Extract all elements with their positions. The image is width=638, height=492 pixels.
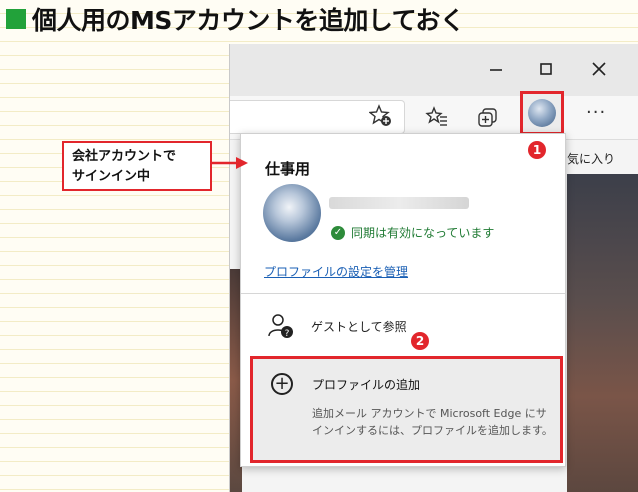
profile-avatar-large (263, 184, 321, 242)
guest-person-icon: ? (267, 312, 295, 340)
add-favorite-icon[interactable] (368, 103, 394, 129)
collections-icon[interactable] (475, 104, 501, 130)
step-badge-1: 1 (528, 141, 546, 159)
maximize-icon[interactable] (535, 58, 557, 80)
title-bar (230, 44, 638, 96)
callout-line-1: 会社アカウントで (72, 149, 177, 164)
step-badge-2: 2 (411, 332, 429, 350)
add-profile-label: プロファイルの追加 (312, 378, 421, 392)
callout-box: 会社アカウントで サインイン中 (62, 141, 212, 191)
more-menu-button[interactable]: ··· (586, 102, 606, 123)
browse-as-guest-item[interactable]: ? ゲストとして参照 (241, 302, 565, 348)
add-circle-icon: + (271, 373, 293, 395)
sync-status-text: 同期は有効になっています (351, 226, 495, 240)
callout-arrow-icon (212, 157, 248, 169)
account-email-redacted (329, 197, 469, 209)
check-icon: ✓ (331, 225, 345, 240)
article-heading: 個人用のMSアカウントを追加しておく (6, 2, 465, 36)
manage-profile-link[interactable]: プロファイルの設定を管理 (264, 263, 408, 280)
heading-marker-icon (6, 9, 26, 29)
minimize-icon[interactable] (485, 58, 507, 80)
profile-name: 仕事用 (265, 160, 311, 178)
svg-text:?: ? (285, 329, 290, 339)
address-bar[interactable] (230, 100, 405, 134)
profile-flyout: 仕事用 ✓ 同期は有効になっています プロファイルの設定を管理 ? ゲストとして… (240, 133, 566, 467)
browse-as-guest-label: ゲストとして参照 (311, 320, 407, 334)
add-profile-description: 追加メール アカウントで Microsoft Edge にサインインするには、プ… (312, 407, 553, 437)
sync-status: ✓ 同期は有効になっています (331, 224, 494, 241)
callout-line-2: サインイン中 (72, 169, 151, 184)
page-background-image (567, 174, 638, 492)
menu-divider (241, 293, 565, 294)
favorites-icon[interactable] (424, 104, 450, 130)
profile-button[interactable] (520, 91, 564, 135)
close-icon[interactable] (588, 58, 610, 80)
profile-avatar-icon (528, 99, 556, 127)
heading-text: 個人用のMSアカウントを追加しておく (32, 6, 465, 35)
favorites-bar-label[interactable]: 気に入り (567, 144, 638, 174)
add-profile-item[interactable]: + プロファイルの追加 追加メール アカウントで Microsoft Edge … (250, 356, 563, 463)
